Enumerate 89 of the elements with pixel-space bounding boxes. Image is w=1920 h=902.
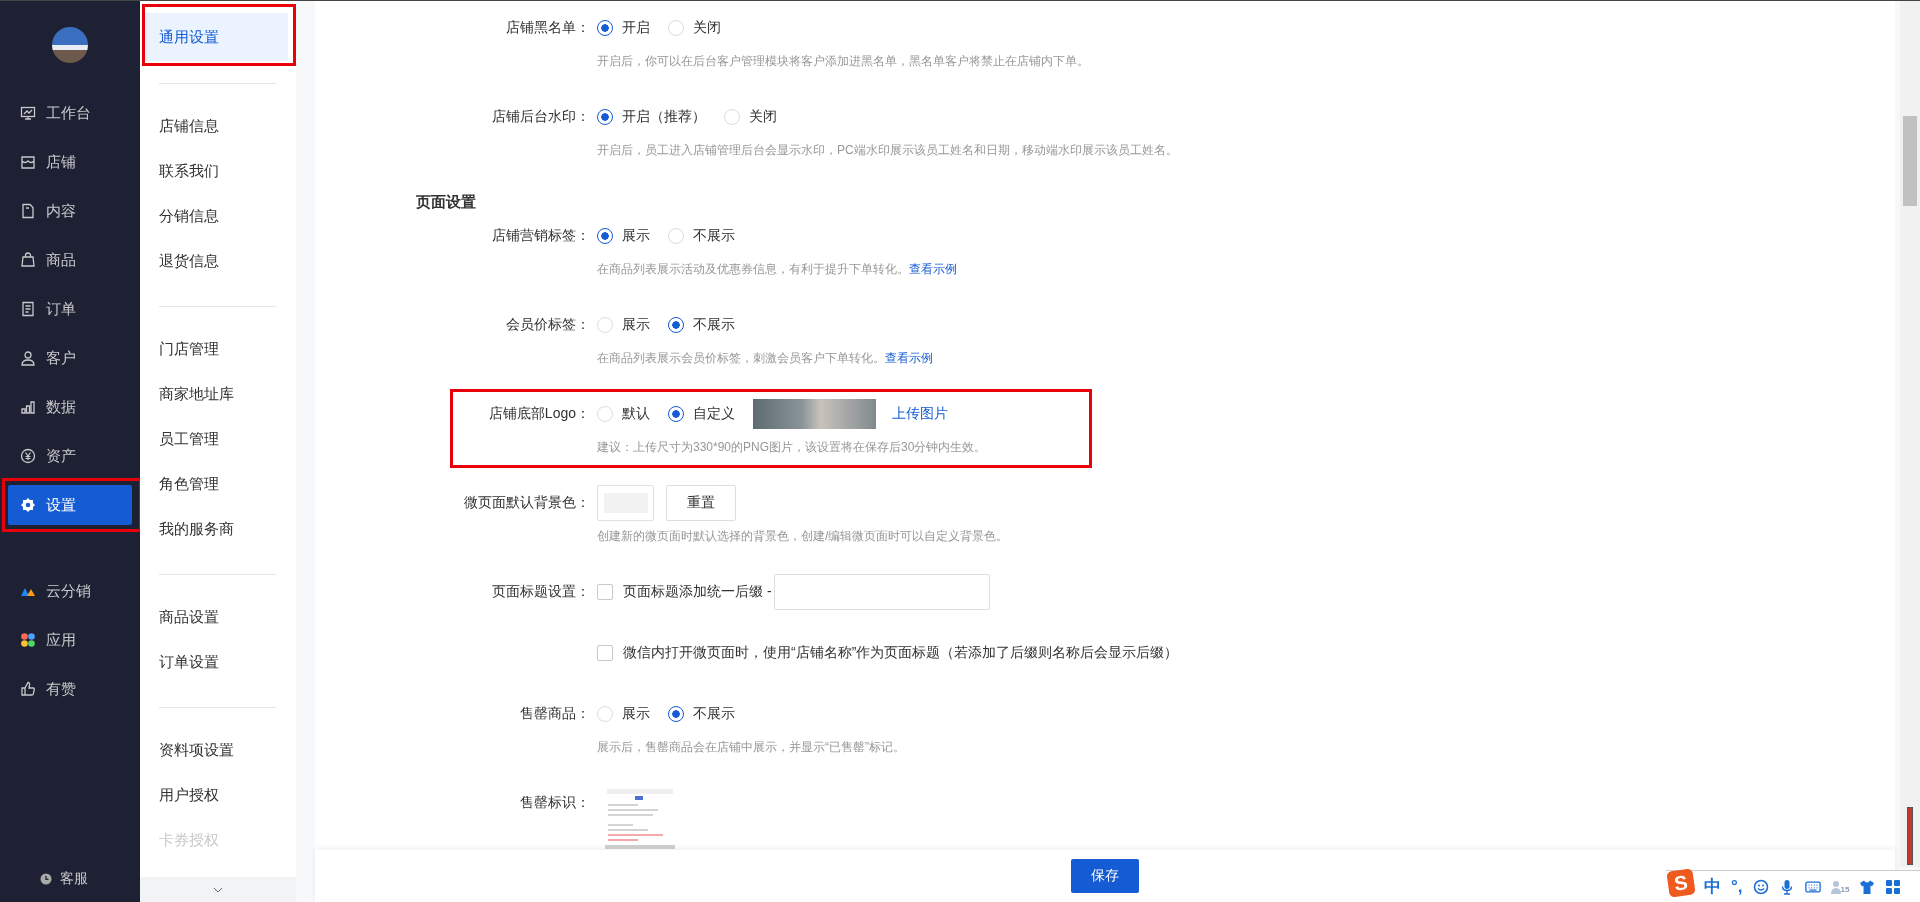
- settings-icon: [20, 497, 36, 513]
- field-label: 售罄标识：: [520, 794, 590, 812]
- sidebar-item[interactable]: 设置: [8, 485, 132, 525]
- submenu-item[interactable]: 角色管理: [140, 462, 296, 507]
- scrollbar[interactable]: [1900, 1, 1920, 867]
- person-icon: [1830, 879, 1841, 894]
- keyboard-icon[interactable]: [1804, 878, 1821, 895]
- store-icon: [20, 154, 36, 170]
- customer-service-link[interactable]: 客服: [40, 870, 88, 888]
- reset-button[interactable]: 重置: [666, 485, 736, 521]
- radio-option[interactable]: 不展示: [668, 316, 735, 334]
- gauge-icon: [1907, 807, 1913, 865]
- submenu-item[interactable]: 通用设置: [145, 13, 288, 61]
- radio-option[interactable]: 展示: [597, 316, 650, 334]
- field-label: 售罄商品：: [520, 705, 590, 723]
- field-label: 店铺后台水印：: [492, 108, 590, 126]
- field-label: 店铺黑名单：: [506, 19, 590, 37]
- radio-option[interactable]: 关闭: [668, 19, 721, 37]
- radio-option[interactable]: 不展示: [668, 227, 735, 245]
- ime-mode-toggle[interactable]: 中: [1704, 875, 1721, 898]
- submenu-item[interactable]: 我的服务商: [140, 507, 296, 552]
- checkbox-option[interactable]: 页面标题添加统一后缀 -: [597, 583, 772, 601]
- list-icon: [20, 301, 36, 317]
- field-label: 微页面默认背景色：: [464, 494, 590, 512]
- input-field[interactable]: [773, 574, 990, 610]
- submenu-item[interactable]: 员工管理: [140, 417, 296, 462]
- document-icon: [20, 203, 36, 219]
- submenu-item[interactable]: 退货信息: [140, 239, 296, 284]
- sidebar-item[interactable]: 云分销: [8, 571, 132, 611]
- field-label: 会员价标签：: [506, 316, 590, 334]
- sidebar-item[interactable]: 资产: [8, 436, 132, 476]
- field-label: 店铺底部Logo：: [488, 405, 590, 423]
- thumbs-up-icon: [20, 681, 36, 697]
- clock-icon: [40, 873, 52, 885]
- radio-option[interactable]: 默认: [597, 405, 650, 423]
- field-description: 开启后，员工进入店铺管理后台会显示水印，PC端水印展示该员工姓名和日期，移动端水印展示该员工姓名。: [597, 142, 1178, 159]
- bar-chart-icon: [20, 399, 36, 415]
- monitor-icon: [20, 105, 36, 121]
- radio-option[interactable]: 自定义: [668, 405, 735, 423]
- radio-option[interactable]: 不展示: [668, 705, 735, 723]
- sidebar-item[interactable]: 内容: [8, 191, 132, 231]
- submenu-item[interactable]: 分销信息: [140, 194, 296, 239]
- field-description: 建议：上传尺寸为330*90的PNG图片，该设置将在保存后30分钟内生效。: [597, 439, 987, 456]
- sidebar-item[interactable]: 工作台: [8, 93, 132, 133]
- save-button[interactable]: 保存: [1071, 859, 1139, 893]
- radio-option[interactable]: 关闭: [724, 108, 777, 126]
- sidebar-item[interactable]: 数据: [8, 387, 132, 427]
- section-heading: 页面设置: [416, 192, 477, 212]
- submenu-item[interactable]: 联系我们: [140, 149, 296, 194]
- field-label: 页面标题设置：: [492, 583, 590, 601]
- radio-option[interactable]: 开启（推荐）: [597, 108, 706, 126]
- radio-option[interactable]: 开启: [597, 19, 650, 37]
- example-link[interactable]: 查看示例: [909, 262, 957, 276]
- sidebar-item[interactable]: 店铺: [8, 142, 132, 182]
- sidebar-item[interactable]: 应用: [8, 620, 132, 660]
- field-description: 展示后，售罄商品会在店铺中展示，并显示“已售罄”标记。: [597, 739, 905, 756]
- grid-icon[interactable]: [1885, 878, 1902, 895]
- sidebar-item[interactable]: 客户: [8, 338, 132, 378]
- sidebar-item[interactable]: 有赞: [8, 669, 132, 709]
- radio-option[interactable]: 展示: [597, 227, 650, 245]
- submenu-item[interactable]: 店铺信息: [140, 104, 296, 149]
- upload-link[interactable]: 上传图片: [892, 405, 948, 423]
- example-link[interactable]: 查看示例: [885, 351, 933, 365]
- shirt-icon[interactable]: [1859, 878, 1876, 895]
- field-description: 在商品列表展示会员价标签，刺激会员客户下单转化。查看示例: [597, 350, 933, 367]
- chevron-down-icon: [213, 886, 223, 893]
- field-description: 在商品列表展示活动及优惠券信息，有利于提升下单转化。查看示例: [597, 261, 957, 278]
- radio-option[interactable]: 展示: [597, 705, 650, 723]
- submenu-item[interactable]: 订单设置: [140, 640, 296, 685]
- person-icon: [20, 350, 36, 366]
- smiley-icon[interactable]: [1752, 878, 1769, 895]
- submenu-item[interactable]: 门店管理: [140, 327, 296, 372]
- sidebar-item[interactable]: 订单: [8, 289, 132, 329]
- field-description: 创建新的微页面时默认选择的背景色，创建/编辑微页面时可以自定义背景色。: [597, 528, 1009, 545]
- yen-icon: [20, 448, 36, 464]
- bag-icon: [20, 252, 36, 268]
- submenu-item[interactable]: 商家地址库: [140, 372, 296, 417]
- checkbox-option[interactable]: 微信内打开微页面时，使用“店铺名称”作为页面标题（若添加了后缀则名称后会显示后缀）: [597, 644, 1179, 662]
- punctuation-toggle[interactable]: °,: [1731, 876, 1743, 897]
- field-label: 店铺营销标签：: [492, 227, 590, 245]
- color-picker[interactable]: [597, 485, 654, 521]
- submenu-item[interactable]: 商品设置: [140, 595, 296, 640]
- submenu-item[interactable]: 用户授权: [140, 773, 296, 818]
- submenu-item[interactable]: 资料项设置: [140, 728, 296, 773]
- sidebar-item[interactable]: 商品: [8, 240, 132, 280]
- avatar-circle: [52, 27, 88, 63]
- field-description: 开启后，你可以在后台客户管理模块将客户添加进黑名单，黑名单客户将禁止在店铺内下单。: [597, 53, 1089, 70]
- apps-icon: [20, 632, 36, 648]
- scrollbar-thumb[interactable]: [1903, 116, 1917, 206]
